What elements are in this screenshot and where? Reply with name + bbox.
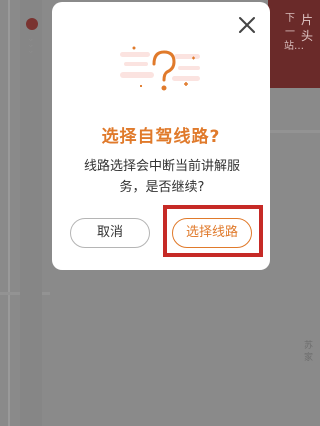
map-road-line xyxy=(8,0,10,426)
route-start-marker xyxy=(26,18,38,30)
app-screen: ⌄ ⌄ ⌄ 片头 下一站… 苏家 选择自驾线路? 线路选择会中断当前讲解服务，是… xyxy=(0,0,320,426)
side-panel[interactable]: 片头 下一站… xyxy=(268,0,320,88)
route-stripe xyxy=(20,0,42,426)
side-panel-subtitle: 下一站… xyxy=(284,13,304,52)
chevron-down-icon: ⌄ ⌄ ⌄ xyxy=(27,34,35,56)
side-panel-title: 片头 xyxy=(300,13,313,43)
map-label: 苏家 xyxy=(304,341,314,363)
map-road xyxy=(268,130,320,133)
question-mark-illustration xyxy=(112,42,212,102)
cancel-button[interactable]: 取消 xyxy=(70,218,150,248)
dialog-title: 选择自驾线路? xyxy=(101,127,221,147)
dialog-message: 线路选择会中断当前讲解服务，是否继续? xyxy=(83,159,240,195)
highlight-annotation xyxy=(163,205,263,257)
close-icon[interactable] xyxy=(236,14,258,36)
